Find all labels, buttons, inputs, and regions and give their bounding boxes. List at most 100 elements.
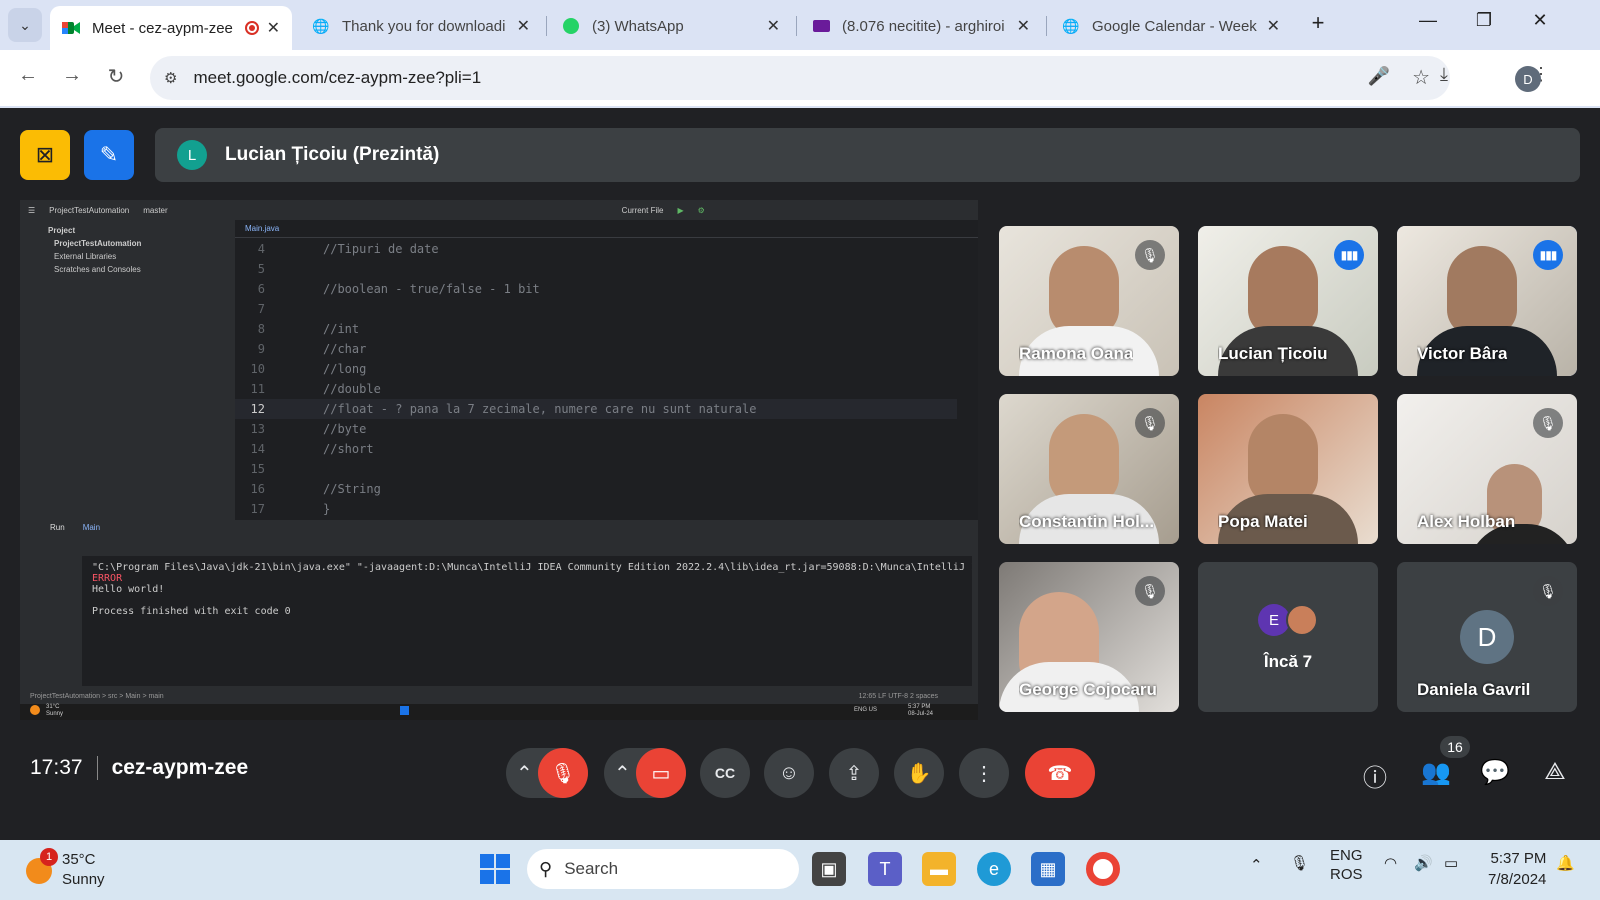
close-tab-icon[interactable]: ✕ (1017, 16, 1030, 36)
participant-tile[interactable]: 🎙 Ramona Oana (999, 226, 1179, 376)
presenter-name: Lucian Țicoiu (Prezintă) (225, 144, 440, 165)
close-tab-icon[interactable]: ✕ (767, 16, 780, 36)
tab-strip: ⌄ Meet - cez-aypm-zee ✕ 🌐 Thank you for … (0, 0, 1600, 50)
mic-tray-icon[interactable]: 🎙 (1290, 854, 1309, 872)
line-number: 15 (250, 462, 265, 476)
tab-whatsapp[interactable]: (3) WhatsApp ✕ (550, 6, 792, 46)
leave-call-button[interactable]: ☎ (1025, 748, 1095, 798)
close-tab-icon[interactable]: ✕ (517, 16, 530, 36)
line-number: 11 (250, 382, 265, 396)
present-button[interactable]: ⇪ (829, 748, 879, 798)
ide-breadcrumb: ProjectTestAutomation > src > Main > mai… (30, 693, 164, 700)
volume-icon[interactable]: 🔊 (1414, 854, 1433, 872)
tab-download[interactable]: 🌐 Thank you for downloadi ✕ (300, 6, 542, 46)
tree-item: External Libraries (54, 252, 117, 261)
camera-options-chevron-icon[interactable]: ⌃ (614, 761, 631, 786)
weather-badge: 1 (40, 848, 58, 866)
meeting-details-icon[interactable]: ⓘ (1357, 758, 1393, 793)
people-icon[interactable]: 👥 (1418, 758, 1454, 787)
close-window-button[interactable]: ✕ (1520, 10, 1560, 31)
search-icon: ⚲ (539, 858, 553, 879)
code-line: } (323, 502, 331, 516)
stop-presenting-icon[interactable]: ⊠ (20, 130, 70, 180)
participant-tile[interactable]: 🎙 George Cojocaru (999, 562, 1179, 712)
run-panel: Run Main "C:\Program Files\Java\jdk-21\b… (40, 520, 978, 690)
lang-bottom: ROS (1330, 866, 1363, 883)
tab-calendar[interactable]: 🌐 Google Calendar - Week ✕ (1050, 6, 1292, 46)
weather-widget[interactable]: 1 35°C Sunny (26, 848, 105, 890)
remote-temp: 31°C (46, 704, 60, 710)
camera-group: ⌃ ▭ (604, 748, 686, 798)
whatsapp-icon (562, 17, 580, 35)
tab-search-button[interactable]: ⌄ (8, 8, 42, 42)
debug-icon: ⚙ (697, 205, 705, 215)
restore-button[interactable]: ❐ (1464, 10, 1504, 31)
chat-icon[interactable]: 💬 (1477, 758, 1513, 787)
tree-item: Scratches and Consoles (54, 265, 141, 274)
presenter-bar: L Lucian Țicoiu (Prezintă) (155, 128, 1580, 182)
muted-mic-icon: 🎙 (1533, 576, 1563, 606)
address-bar[interactable]: ⚙ meet.google.com/cez-aypm-zee?pli=1 🎤 ☆ (150, 56, 1450, 100)
participant-tile[interactable]: 🎙 Constantin Hol... (999, 394, 1179, 544)
meet-stage: ⊠ ✎ L Lucian Țicoiu (Prezintă) ☰ Project… (0, 108, 1600, 840)
taskbar-search[interactable]: ⚲ Search (527, 849, 799, 889)
language-indicator[interactable]: ENG ROS (1330, 846, 1363, 884)
tab-mail[interactable]: (8.076 necitite) - arghiroi ✕ (800, 6, 1042, 46)
notification-bell-icon[interactable]: 🔔 (1556, 854, 1575, 872)
run-icon: ▶ (677, 205, 684, 215)
back-button[interactable]: ← (14, 64, 42, 87)
tab-meet[interactable]: Meet - cez-aypm-zee ✕ (50, 6, 292, 50)
tab-title: Google Calendar - Week (1092, 17, 1257, 35)
file-explorer-icon[interactable]: ▬ (922, 852, 956, 886)
profile-avatar[interactable]: D (1515, 66, 1541, 92)
download-icon[interactable]: ⤓ (1440, 64, 1448, 85)
line-number: 8 (257, 322, 265, 336)
code-line: //short (323, 442, 374, 456)
participant-tile[interactable]: ▮▮▮ Lucian Țicoiu (1198, 226, 1378, 376)
edge-icon[interactable]: e (977, 852, 1011, 886)
bookmark-star-icon[interactable]: ☆ (1412, 65, 1430, 90)
mail-icon (812, 17, 830, 35)
reload-button[interactable]: ↻ (102, 64, 130, 89)
line-number: 16 (250, 482, 265, 496)
store-icon[interactable]: ▦ (1031, 852, 1065, 886)
forward-button[interactable]: → (58, 64, 86, 87)
sun-icon: 1 (26, 848, 58, 884)
mic-off-button[interactable]: 🎙 (538, 748, 588, 798)
participant-tile[interactable]: Popa Matei (1198, 394, 1378, 544)
raise-hand-button[interactable]: ✋ (894, 748, 944, 798)
site-info-icon[interactable]: ⚙ (164, 69, 177, 87)
url-text[interactable]: meet.google.com/cez-aypm-zee?pli=1 (193, 68, 481, 88)
participant-avatar-photo (1286, 604, 1318, 636)
clock[interactable]: 5:37 PM 7/8/2024 (1488, 848, 1546, 890)
start-button[interactable] (480, 854, 510, 884)
camera-off-button[interactable]: ▭ (636, 748, 686, 798)
voice-search-icon[interactable]: 🎤 (1368, 66, 1390, 87)
emoji-button[interactable]: ☺ (764, 748, 814, 798)
battery-icon[interactable]: ▭ (1444, 854, 1458, 872)
wifi-icon[interactable]: ◠ (1384, 854, 1397, 872)
activities-icon[interactable]: ⟁ (1537, 758, 1573, 786)
captions-button[interactable]: CC (700, 748, 750, 798)
participant-tile[interactable]: 🎙 Alex Holban (1397, 394, 1577, 544)
new-tab-button[interactable]: + (1298, 10, 1338, 36)
remote-lang: ENG US (854, 707, 878, 713)
participant-tile[interactable]: ▮▮▮ Victor Bâra (1397, 226, 1577, 376)
run-tab-label: Run (50, 523, 65, 532)
chrome-icon[interactable] (1086, 852, 1120, 886)
task-view-icon[interactable]: ▣ (812, 852, 846, 886)
more-options-button[interactable]: ⋮ (959, 748, 1009, 798)
teams-icon[interactable]: T (868, 852, 902, 886)
more-participants-label: Încă 7 (1263, 652, 1313, 671)
minimize-button[interactable]: — (1408, 10, 1448, 31)
more-participants-tile[interactable]: E Încă 7 (1198, 562, 1378, 712)
tray-overflow-icon[interactable]: ⌃ (1250, 856, 1263, 874)
participant-tile[interactable]: D 🎙 Daniela Gavril (1397, 562, 1577, 712)
mic-options-chevron-icon[interactable]: ⌃ (516, 761, 533, 786)
annotate-icon[interactable]: ✎ (84, 130, 134, 180)
participant-avatar: D (1460, 610, 1514, 664)
close-tab-icon[interactable]: ✕ (267, 18, 280, 38)
line-number: 4 (257, 242, 265, 256)
clock-time: 5:37 PM (1490, 850, 1547, 867)
close-tab-icon[interactable]: ✕ (1267, 16, 1280, 36)
